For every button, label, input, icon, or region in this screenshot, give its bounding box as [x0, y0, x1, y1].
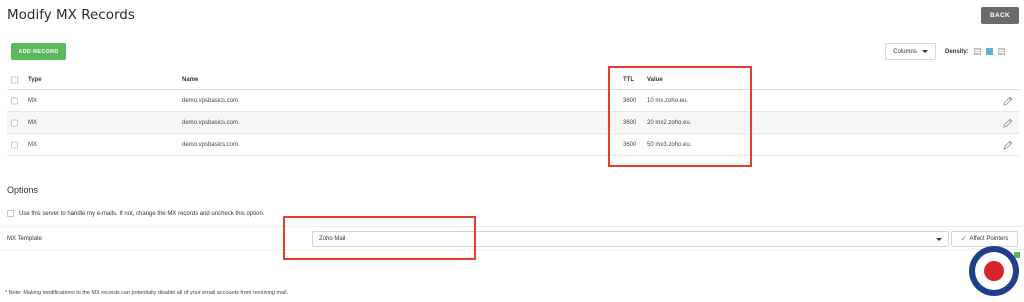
- footer-note: * Note: Making modifications to the MX r…: [5, 290, 289, 296]
- density-comfortable-icon[interactable]: [998, 48, 1005, 55]
- row-checkbox[interactable]: [11, 97, 18, 104]
- page-title: Modify MX Records: [7, 7, 135, 23]
- density-label: Density:: [945, 49, 969, 55]
- mx-template-label: MX Template: [7, 236, 42, 242]
- highlight-box-mx-template: [283, 216, 476, 260]
- table-row: MX demo.vpsbasics.com. 3600 20 mx2.zoho.…: [7, 112, 1019, 134]
- pencil-icon[interactable]: [1003, 96, 1013, 106]
- pencil-icon[interactable]: [1003, 140, 1013, 150]
- use-server-option: Use this server to handle my e-mails. If…: [7, 210, 264, 217]
- chevron-down-icon: [921, 50, 928, 53]
- affect-pointers-label: Affect Pointers: [969, 236, 1009, 242]
- add-record-button[interactable]: ADD RECORD: [11, 43, 66, 60]
- column-header-name[interactable]: Name: [182, 77, 198, 83]
- table-row: MX demo.vpsbasics.com. 3600 10 mx.zoho.e…: [7, 90, 1019, 112]
- density-compact-icon[interactable]: [974, 48, 981, 55]
- columns-dropdown[interactable]: Columns: [885, 43, 936, 60]
- row-name: demo.vpsbasics.com.: [182, 119, 240, 126]
- row-checkbox[interactable]: [11, 141, 18, 148]
- density-options: [974, 48, 1005, 55]
- table-row: MX demo.vpsbasics.com. 3600 50 mx3.zoho.…: [7, 134, 1019, 156]
- row-checkbox[interactable]: [11, 119, 18, 126]
- columns-label: Columns: [893, 48, 917, 55]
- pencil-icon[interactable]: [1003, 118, 1013, 128]
- row-name: demo.vpsbasics.com.: [182, 141, 240, 148]
- table-header-row: Type Name TTL Value: [7, 70, 1019, 90]
- mx-records-table: Type Name TTL Value MX demo.vpsbasics.co…: [7, 70, 1019, 156]
- use-server-checkbox[interactable]: [7, 210, 14, 217]
- row-type: MX: [28, 119, 37, 126]
- back-button[interactable]: BACK: [981, 7, 1019, 24]
- column-header-type[interactable]: Type: [28, 77, 42, 83]
- chevron-down-icon: [936, 238, 942, 241]
- highlight-box-ttl-value: [608, 66, 752, 167]
- row-name: demo.vpsbasics.com.: [182, 97, 240, 104]
- roundel-logo-icon: [969, 246, 1019, 296]
- row-type: MX: [28, 97, 37, 104]
- select-all-checkbox[interactable]: [11, 76, 18, 83]
- mx-template-row: MX Template Zoho Mail ✓ Affect Pointers: [0, 226, 1024, 250]
- row-type: MX: [28, 141, 37, 148]
- use-server-label: Use this server to handle my e-mails. If…: [19, 210, 265, 217]
- density-normal-icon[interactable]: [986, 48, 993, 55]
- checkmark-icon: ✓: [960, 236, 967, 243]
- options-heading: Options: [7, 185, 39, 195]
